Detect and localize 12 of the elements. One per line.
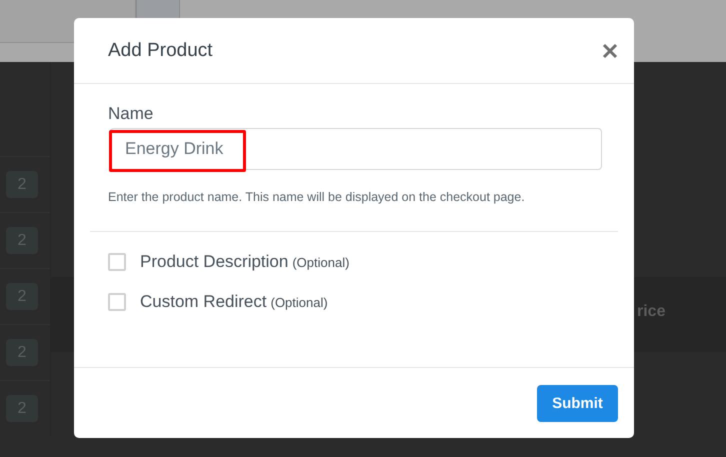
submit-button[interactable]: Submit [537, 384, 618, 422]
option-label: Product Description [140, 252, 288, 271]
dialog-title: Add Product [108, 40, 213, 62]
checkbox[interactable] [108, 253, 126, 271]
name-input-field[interactable]: Energy Drink [110, 128, 602, 170]
optional-hint: (Optional) [292, 255, 350, 270]
help-text: Enter the product name. This name will be displayed on the checkout page. [108, 189, 526, 206]
option-label: Custom Redirect [140, 292, 267, 311]
field-label: Name [108, 104, 154, 124]
optional-hint: (Optional) [270, 295, 328, 310]
close-icon[interactable] [602, 42, 618, 58]
checkbox[interactable] [108, 293, 126, 311]
